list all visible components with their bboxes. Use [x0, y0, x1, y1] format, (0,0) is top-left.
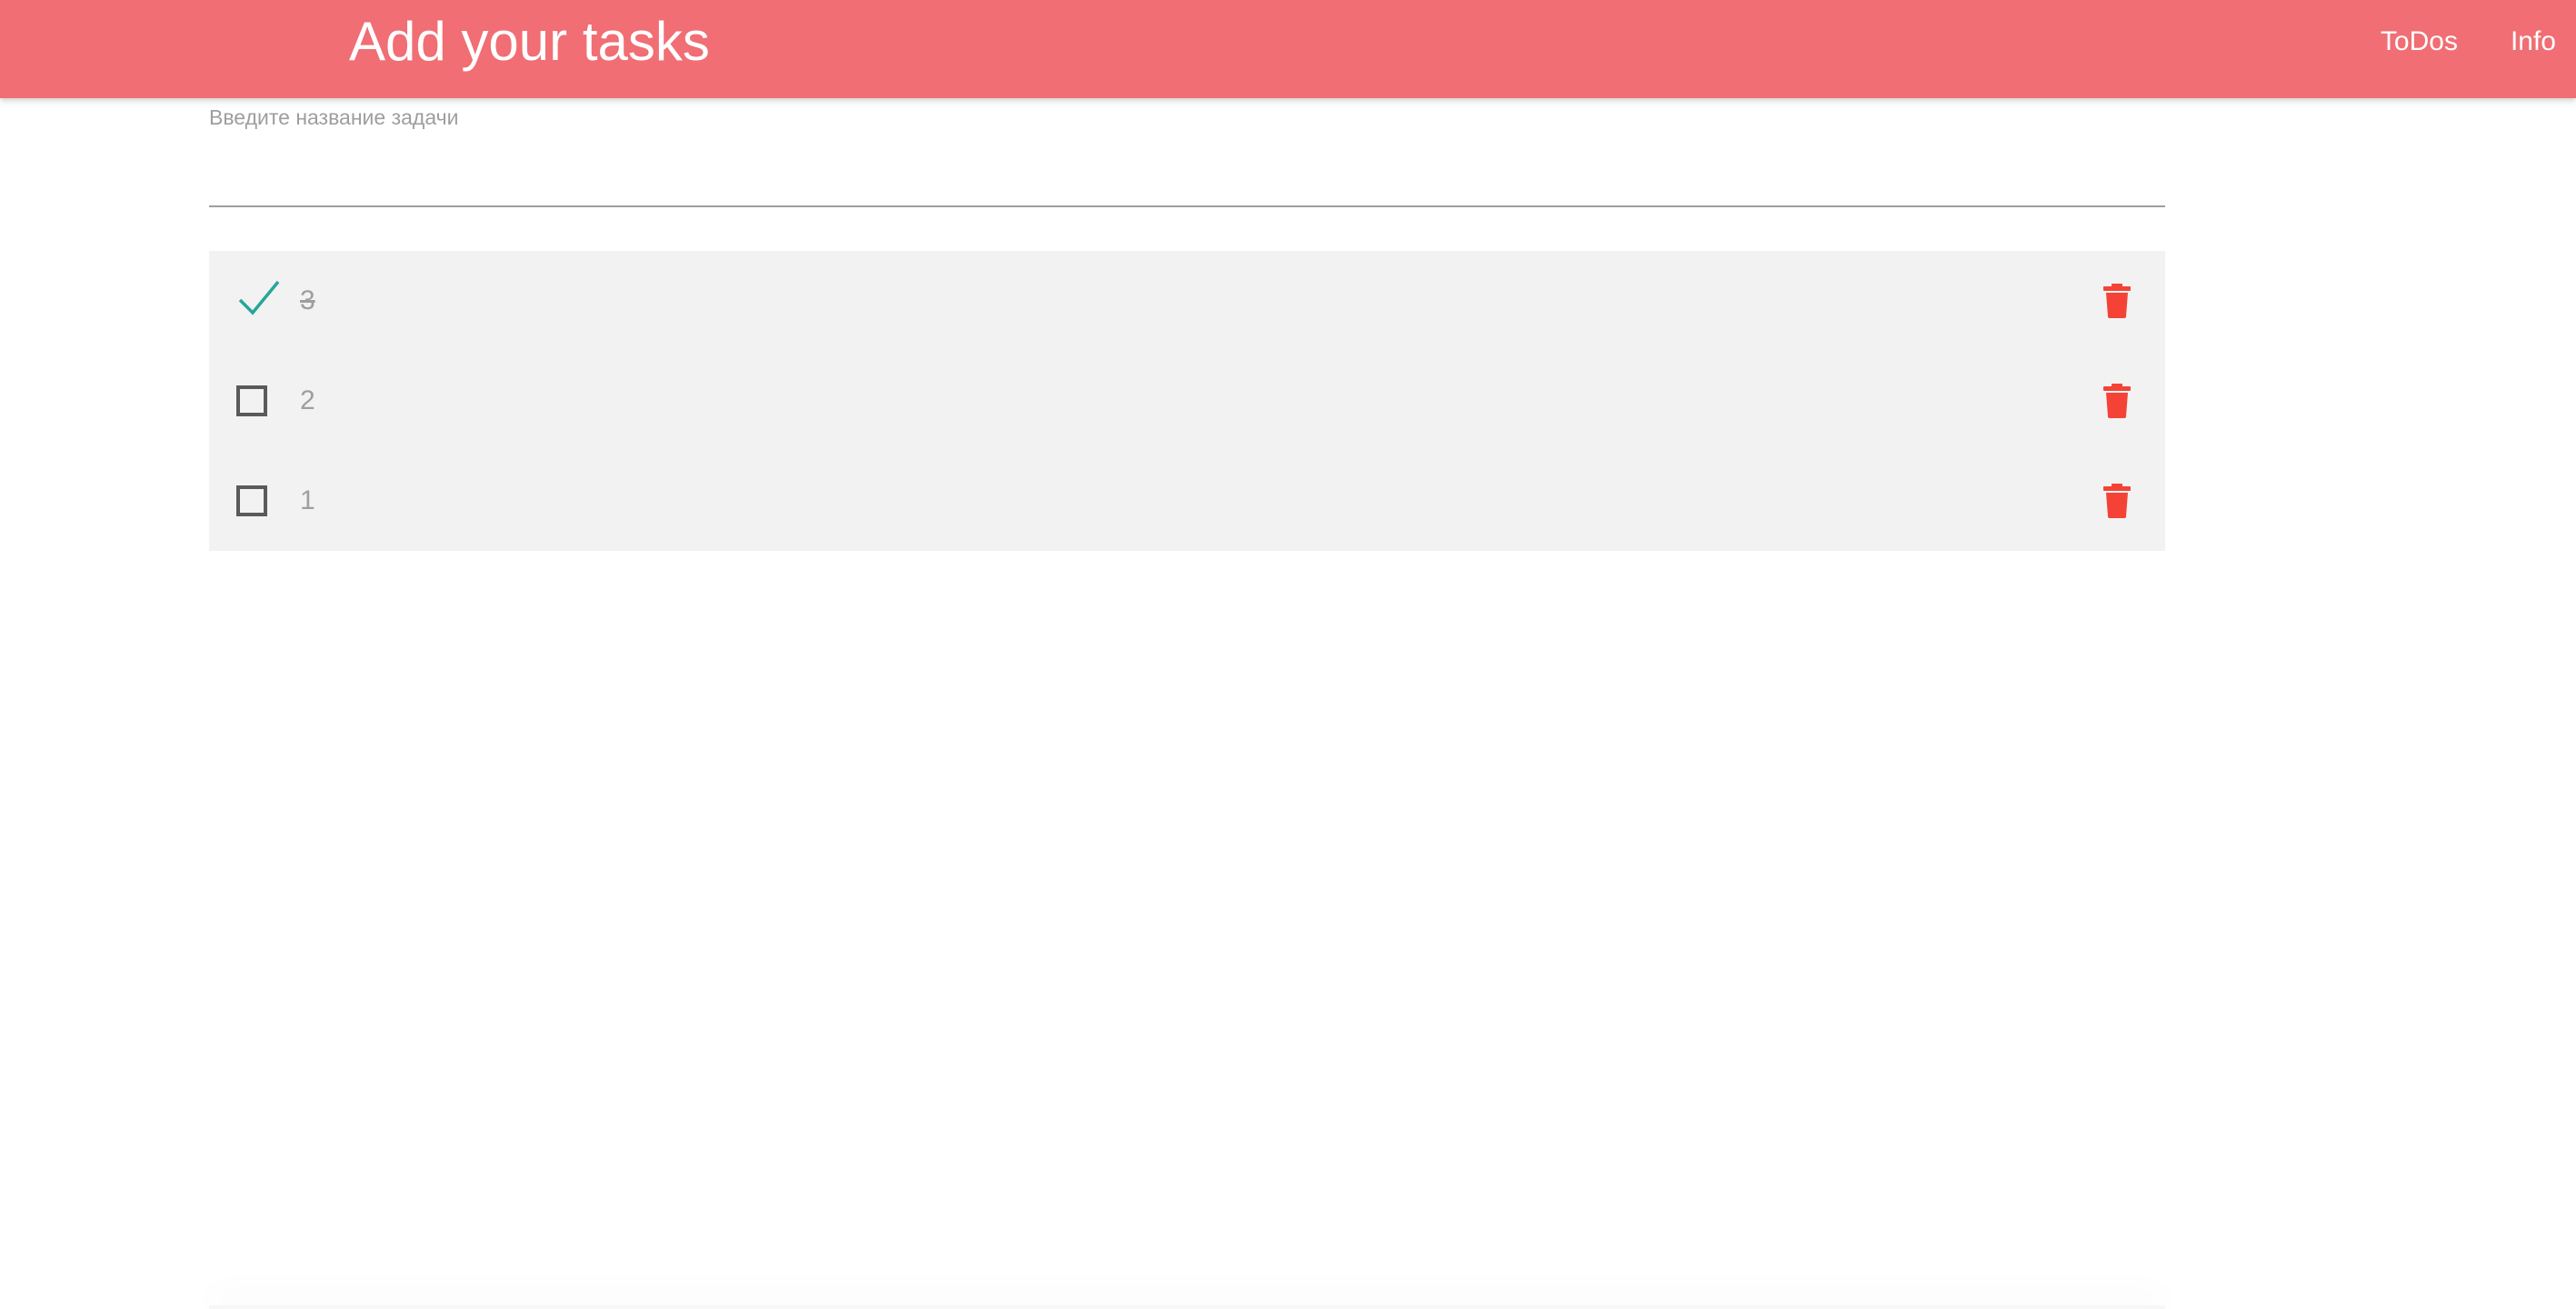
trash-icon[interactable] [2103, 484, 2131, 518]
checkbox-empty-icon [236, 385, 267, 416]
task-label: 1 [300, 485, 315, 515]
task-label: 2 [300, 385, 315, 415]
page-title[interactable]: Add your tasks [349, 0, 710, 84]
task-list: 3 2 1 [209, 251, 2165, 551]
task-checkbox[interactable] [236, 385, 267, 416]
task-name-input[interactable] [209, 138, 2165, 207]
top-navbar: Add your tasks ToDos Info [0, 0, 2576, 98]
nav-link-info[interactable]: Info [2511, 26, 2556, 57]
checkbox-empty-icon [236, 485, 267, 516]
trash-icon[interactable] [2103, 384, 2131, 418]
nav-link-todos[interactable]: ToDos [2381, 26, 2458, 57]
task-checkbox[interactable] [236, 485, 267, 516]
task-checkbox[interactable] [236, 280, 280, 316]
checkmark-icon [238, 280, 280, 315]
task-label: 3 [300, 285, 315, 315]
task-item: 1 [209, 451, 2165, 551]
task-input-field: Введите название задачи [209, 102, 2165, 209]
task-item: 3 [209, 251, 2165, 351]
task-item: 2 [209, 351, 2165, 451]
task-input-label: Введите название задачи [209, 105, 459, 129]
nav-links: ToDos Info [2328, 0, 2556, 84]
trash-icon[interactable] [2103, 284, 2131, 318]
bottom-card-edge [209, 1305, 2165, 1309]
